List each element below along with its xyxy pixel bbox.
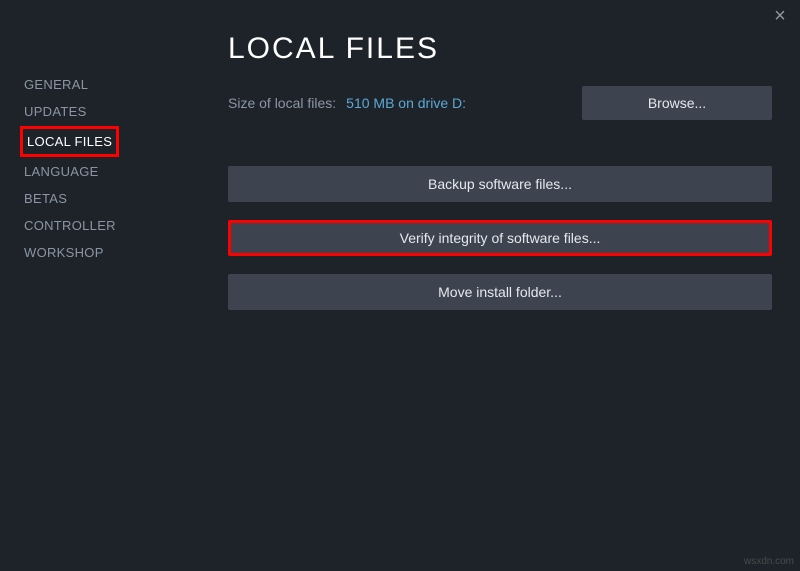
local-files-size-row: Size of local files: 510 MB on drive D: … <box>228 86 772 120</box>
properties-window: GENERAL UPDATES LOCAL FILES LANGUAGE BET… <box>0 0 800 571</box>
move-install-folder-button[interactable]: Move install folder... <box>228 274 772 310</box>
sidebar: GENERAL UPDATES LOCAL FILES LANGUAGE BET… <box>0 0 200 571</box>
sidebar-item-workshop[interactable]: WORKSHOP <box>20 240 108 265</box>
backup-files-button[interactable]: Backup software files... <box>228 166 772 202</box>
sidebar-item-general[interactable]: GENERAL <box>20 72 92 97</box>
sidebar-item-controller[interactable]: CONTROLLER <box>20 213 120 238</box>
close-icon[interactable]: × <box>770 6 790 26</box>
page-title: LOCAL FILES <box>228 32 772 66</box>
sidebar-item-local-files[interactable]: LOCAL FILES <box>20 126 119 157</box>
watermark: wsxdn.com <box>744 556 794 567</box>
browse-button[interactable]: Browse... <box>582 86 772 120</box>
sidebar-item-language[interactable]: LANGUAGE <box>20 159 103 184</box>
main-panel: LOCAL FILES Size of local files: 510 MB … <box>200 0 800 571</box>
verify-integrity-button[interactable]: Verify integrity of software files... <box>228 220 772 256</box>
size-label: Size of local files: <box>228 95 336 111</box>
sidebar-item-betas[interactable]: BETAS <box>20 186 71 211</box>
sidebar-item-updates[interactable]: UPDATES <box>20 99 91 124</box>
size-value: 510 MB on drive D: <box>346 95 466 111</box>
